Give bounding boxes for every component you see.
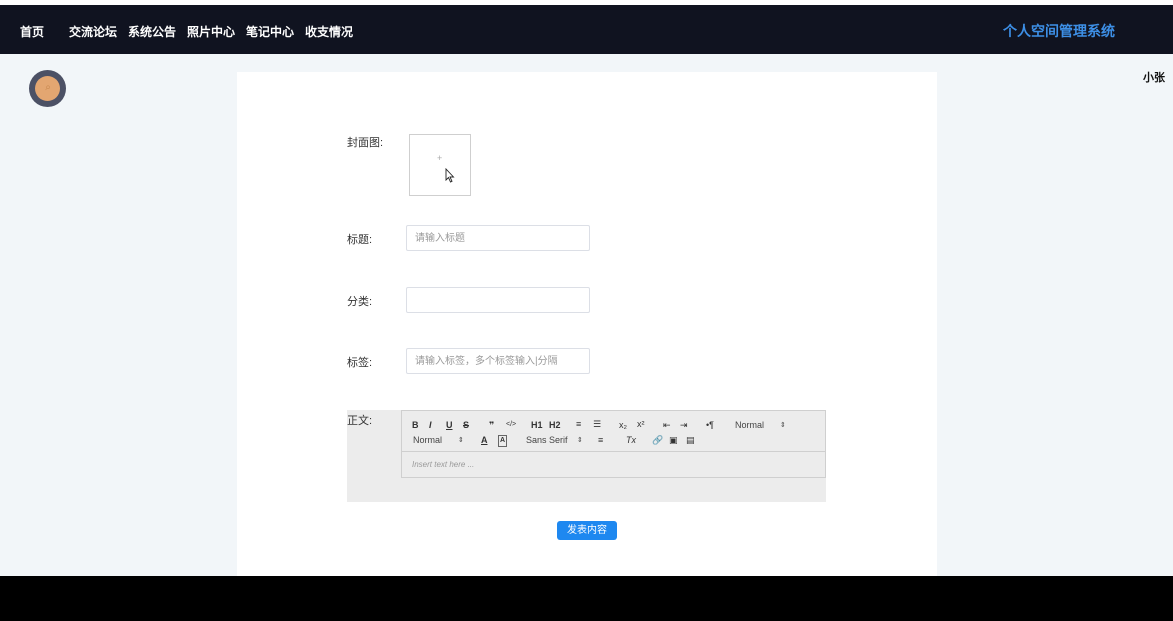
category-select[interactable] [407,288,589,312]
nav-item-photos[interactable]: 照片中心 [187,23,235,40]
nav-item-forum[interactable]: 交流论坛 [69,23,117,40]
video-icon: ▤ [686,435,695,445]
underline-button[interactable]: U [446,420,453,430]
avatar-image: ⌕ [35,76,60,101]
avatar[interactable]: ⌕ [29,70,66,107]
ordered-list-button[interactable]: ≡ [576,419,581,429]
publish-form-card: 封面图: + 标题: 分类: 标签: 正文: B I U S ❞ < [237,72,937,576]
cover-label: 封面图: [347,137,384,149]
nav-item-notes[interactable]: 笔记中心 [246,23,294,40]
strike-button[interactable]: S [463,420,469,430]
title-label: 标题: [347,234,373,246]
editor-toolbar: B I U S ❞ </> H1 H2 ≡ ☰ x₂ x² ⇤ ⇥ •¶ Nor… [401,410,826,451]
brand-title: 个人空间管理系统 [1003,23,1115,39]
clean-format-button[interactable]: Tx [626,435,636,445]
bullet-list-button[interactable]: ☰ [593,419,601,429]
tags-label: 标签: [347,357,373,369]
bold-button[interactable]: B [412,420,419,430]
heading1-button[interactable]: H1 [531,420,543,430]
image-icon: ▣ [669,435,678,445]
indent-button[interactable]: ⇥ [680,420,688,430]
subscript-button[interactable]: x₂ [619,420,627,430]
rich-text-editor: 正文: B I U S ❞ </> H1 H2 ≡ ☰ x₂ x² ⇤ ⇥ •¶… [347,410,826,502]
image-button[interactable]: ▣ [669,435,678,445]
italic-button[interactable]: I [429,420,432,430]
publish-button[interactable]: 发表内容 [557,521,617,540]
outdent-button[interactable]: ⇤ [663,420,671,430]
cover-uploader[interactable]: + [409,134,471,196]
body-label: 正文: [347,415,373,427]
tags-field [406,348,590,374]
search-icon: ⌕ [45,82,51,93]
video-button[interactable]: ▤ [686,435,695,445]
plus-icon: + [437,153,443,163]
align-button[interactable]: ≡ [598,435,603,445]
bottom-black-bar [0,576,1173,621]
nav-item-home[interactable]: 首页 [20,23,44,40]
background-color-button[interactable]: A [498,435,508,447]
header-select[interactable]: Normal ⇕ [735,420,786,430]
code-block-button[interactable]: </> [506,420,516,430]
title-input[interactable] [407,226,589,250]
editor-content-area[interactable]: Insert text here ... [401,451,826,478]
tags-input[interactable] [407,349,589,373]
editor-placeholder: Insert text here ... [412,460,475,469]
blockquote-button[interactable]: ❞ [489,420,494,430]
font-select[interactable]: Sans Serif ⇕ [526,435,583,445]
heading2-button[interactable]: H2 [549,420,561,430]
superscript-button[interactable]: x² [637,419,645,429]
page-body: ⌕ 小张 封面图: + 标题: 分类: 标签: 正文: B I U [0,54,1173,576]
nav-item-announcements[interactable]: 系统公告 [128,23,176,40]
title-field [406,225,590,251]
username[interactable]: 小张 [1143,69,1165,85]
mouse-cursor-icon [445,168,455,183]
top-navbar: 首页 交流论坛 系统公告 照片中心 笔记中心 收支情况 个人空间管理系统 [0,5,1173,54]
nav-item-finance[interactable]: 收支情况 [305,23,353,40]
link-button[interactable]: 🔗 [652,435,663,445]
size-select[interactable]: Normal ⇕ [413,435,464,445]
text-direction-button[interactable]: •¶ [706,420,714,430]
category-field [406,287,590,313]
category-label: 分类: [347,296,373,308]
link-icon: 🔗 [652,435,664,445]
text-color-button[interactable]: A [481,435,488,445]
